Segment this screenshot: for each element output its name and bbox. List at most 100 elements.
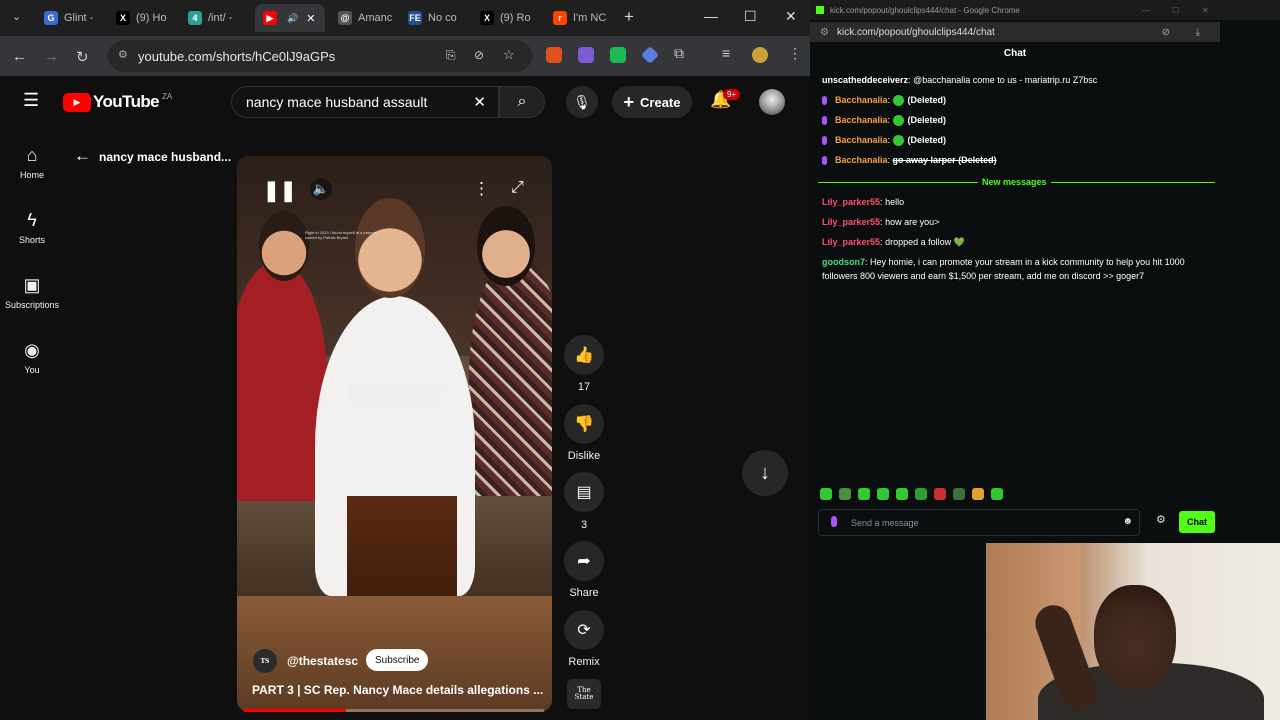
shorts-video-player[interactable]: Right in 2023 I found myself at a proper… — [237, 156, 552, 712]
chat-message-text: Hey homie, i can promote your stream in … — [870, 257, 1185, 267]
microphone-badge-icon — [822, 156, 827, 166]
tab-close-icon[interactable]: ✕ — [306, 12, 315, 25]
emote-shortcut-icon[interactable] — [896, 488, 908, 500]
new-tab-button[interactable]: + — [624, 7, 634, 27]
channel-logo[interactable]: TS — [253, 649, 277, 673]
like-button[interactable]: 👍 — [564, 335, 604, 375]
browser-tab[interactable]: r I'm NC — [545, 4, 609, 32]
close-window-icon[interactable]: ✕ — [785, 8, 797, 25]
share-button[interactable]: ➦ — [564, 541, 604, 581]
emote-shortcut-icon[interactable] — [858, 488, 870, 500]
url-bar[interactable]: ⚙ youtube.com/shorts/hCe0lJ9aGPs ⎘ ⊘ ☆ — [108, 40, 532, 72]
chat-close-icon[interactable]: ✕ — [1202, 6, 1209, 15]
bookmark-star-icon[interactable]: ☆ — [503, 47, 515, 63]
channel-handle[interactable]: @thestatesc — [287, 654, 358, 668]
extension-icon-fox[interactable] — [546, 47, 562, 63]
chat-url-bar[interactable]: ⚙ kick.com/popout/ghoulclips444/chat ⊘ ⤓ — [810, 22, 1220, 42]
chat-maximize-icon[interactable]: ☐ — [1172, 6, 1179, 15]
sidebar-item-subscriptions[interactable]: ▣ Subscriptions — [0, 275, 64, 310]
chat-site-info-icon[interactable]: ⚙ — [820, 27, 829, 38]
browser-tab[interactable]: FE No co — [400, 4, 464, 32]
video-more-icon[interactable]: ⋮ — [473, 179, 490, 199]
create-button[interactable]: + Create — [612, 86, 692, 118]
sidebar-item-home[interactable]: ⌂ Home — [0, 145, 64, 180]
chat-eye-icon[interactable]: ⊘ — [1162, 27, 1170, 38]
tab-audio-icon[interactable]: 🔊 — [287, 13, 298, 24]
chat-username[interactable]: Lily_parker55 — [822, 237, 880, 247]
extensions-puzzle-icon[interactable]: ⧉ — [674, 45, 684, 62]
media-control-icon[interactable]: ≡ — [722, 45, 730, 61]
browser-menu-icon[interactable]: ⋮ — [788, 45, 802, 62]
emote-shortcut-icon[interactable] — [877, 488, 889, 500]
chat-username[interactable]: unscatheddeceiverz — [822, 75, 908, 85]
clear-search-icon[interactable]: ✕ — [473, 93, 486, 111]
chat-message: goodson7: Hey homie, i can promote your … — [822, 257, 1185, 267]
emote-shortcut-icon[interactable] — [991, 488, 1003, 500]
chat-username[interactable]: Bacchanalia — [835, 115, 888, 125]
minimize-icon[interactable]: — — [704, 8, 718, 24]
hamburger-menu-icon[interactable]: ☰ — [23, 90, 39, 111]
tab-search-icon[interactable]: ⌄ — [12, 10, 21, 23]
sidebar-item-shorts[interactable]: ϟ Shorts — [0, 210, 64, 245]
chat-message: Lily_parker55: how are you> — [822, 217, 939, 227]
emote-shortcut-icon[interactable] — [972, 488, 984, 500]
subscribe-button[interactable]: Subscribe — [366, 649, 429, 671]
chat-send-button[interactable]: Chat — [1179, 511, 1215, 533]
chat-mic-icon — [831, 516, 837, 527]
emoji-picker-icon[interactable]: ☻ — [1122, 516, 1133, 527]
site-info-icon[interactable]: ⚙ — [118, 48, 128, 61]
voice-search-button[interactable]: 🎙 — [566, 86, 598, 118]
chat-username[interactable]: Lily_parker55 — [822, 197, 880, 207]
sidebar-item-you[interactable]: ◉ You — [0, 340, 64, 375]
browser-tab[interactable]: X (9) Ho — [108, 4, 172, 32]
profile-avatar-icon[interactable] — [752, 47, 768, 63]
chat-username[interactable]: Bacchanalia — [835, 155, 888, 165]
browser-tab[interactable]: 4/int/ - — [180, 4, 244, 32]
back-arrow-icon[interactable]: ← — [74, 146, 91, 166]
chat-message: Lily_parker55: dropped a follow 💚 — [822, 237, 965, 248]
user-avatar[interactable] — [759, 89, 785, 115]
maximize-icon[interactable]: ☐ — [744, 8, 757, 25]
chat-username[interactable]: goodson7 — [822, 257, 865, 267]
fullscreen-icon[interactable]: ⤢ — [511, 179, 524, 197]
emote-shortcut-icon[interactable] — [839, 488, 851, 500]
emote-shortcut-icon[interactable] — [953, 488, 965, 500]
chat-window-titlebar: kick.com/popout/ghoulclips444/chat - Goo… — [810, 0, 1280, 20]
browser-tab[interactable]: G Glint - — [36, 4, 100, 32]
emote-shortcut-icon[interactable] — [934, 488, 946, 500]
channel-thumbnail[interactable]: The State — [567, 679, 601, 709]
chat-username[interactable]: Bacchanalia — [835, 135, 888, 145]
tab-favicon-icon: @ — [338, 11, 352, 25]
back-icon[interactable]: ← — [12, 48, 27, 65]
tab-favicon-icon: X — [480, 11, 494, 25]
browser-tab[interactable]: ▶ 🔊 ✕ — [255, 4, 325, 32]
dislike-button[interactable]: 👎 — [564, 404, 604, 444]
video-caption[interactable]: PART 3 | SC Rep. Nancy Mace details alle… — [252, 683, 543, 697]
youtube-logo[interactable]: ▶ YouTube ZA — [63, 92, 172, 112]
chat-download-icon[interactable]: ⤓ — [1196, 27, 1200, 38]
chat-minimize-icon[interactable]: — — [1142, 6, 1150, 15]
extension-icon-purple[interactable] — [578, 47, 594, 63]
pause-icon[interactable]: ❚❚ — [263, 178, 297, 203]
browser-tab[interactable]: @ Amanc — [330, 4, 394, 32]
emote-shortcut-icon[interactable] — [915, 488, 927, 500]
install-icon[interactable]: ⎘ — [446, 48, 456, 63]
volume-icon[interactable]: 🔈 — [310, 178, 332, 200]
chat-username[interactable]: Bacchanalia — [835, 95, 888, 105]
forward-icon[interactable]: → — [44, 48, 59, 65]
search-button[interactable]: ⌕ — [499, 86, 545, 118]
eye-off-icon[interactable]: ⊘ — [474, 48, 484, 62]
extension-icon-green[interactable] — [610, 47, 626, 63]
chat-settings-icon[interactable]: ⚙ — [1156, 513, 1166, 526]
video-progress-track[interactable] — [244, 709, 544, 712]
remix-button[interactable]: ⟳ — [564, 610, 604, 650]
chat-username[interactable]: Lily_parker55 — [822, 217, 880, 227]
emote-shortcut-icon[interactable] — [820, 488, 832, 500]
comments-button[interactable]: ▤ — [564, 472, 604, 512]
search-input[interactable]: nancy mace husband assault ✕ — [231, 86, 499, 118]
browser-tab[interactable]: X (9) Ro — [472, 4, 536, 32]
next-video-button[interactable]: ↓ — [742, 450, 788, 496]
chat-message-input[interactable]: Send a message ☻ — [818, 509, 1140, 536]
subscriptions-icon: ▣ — [23, 275, 41, 295]
reload-icon[interactable]: ↻ — [76, 48, 89, 66]
